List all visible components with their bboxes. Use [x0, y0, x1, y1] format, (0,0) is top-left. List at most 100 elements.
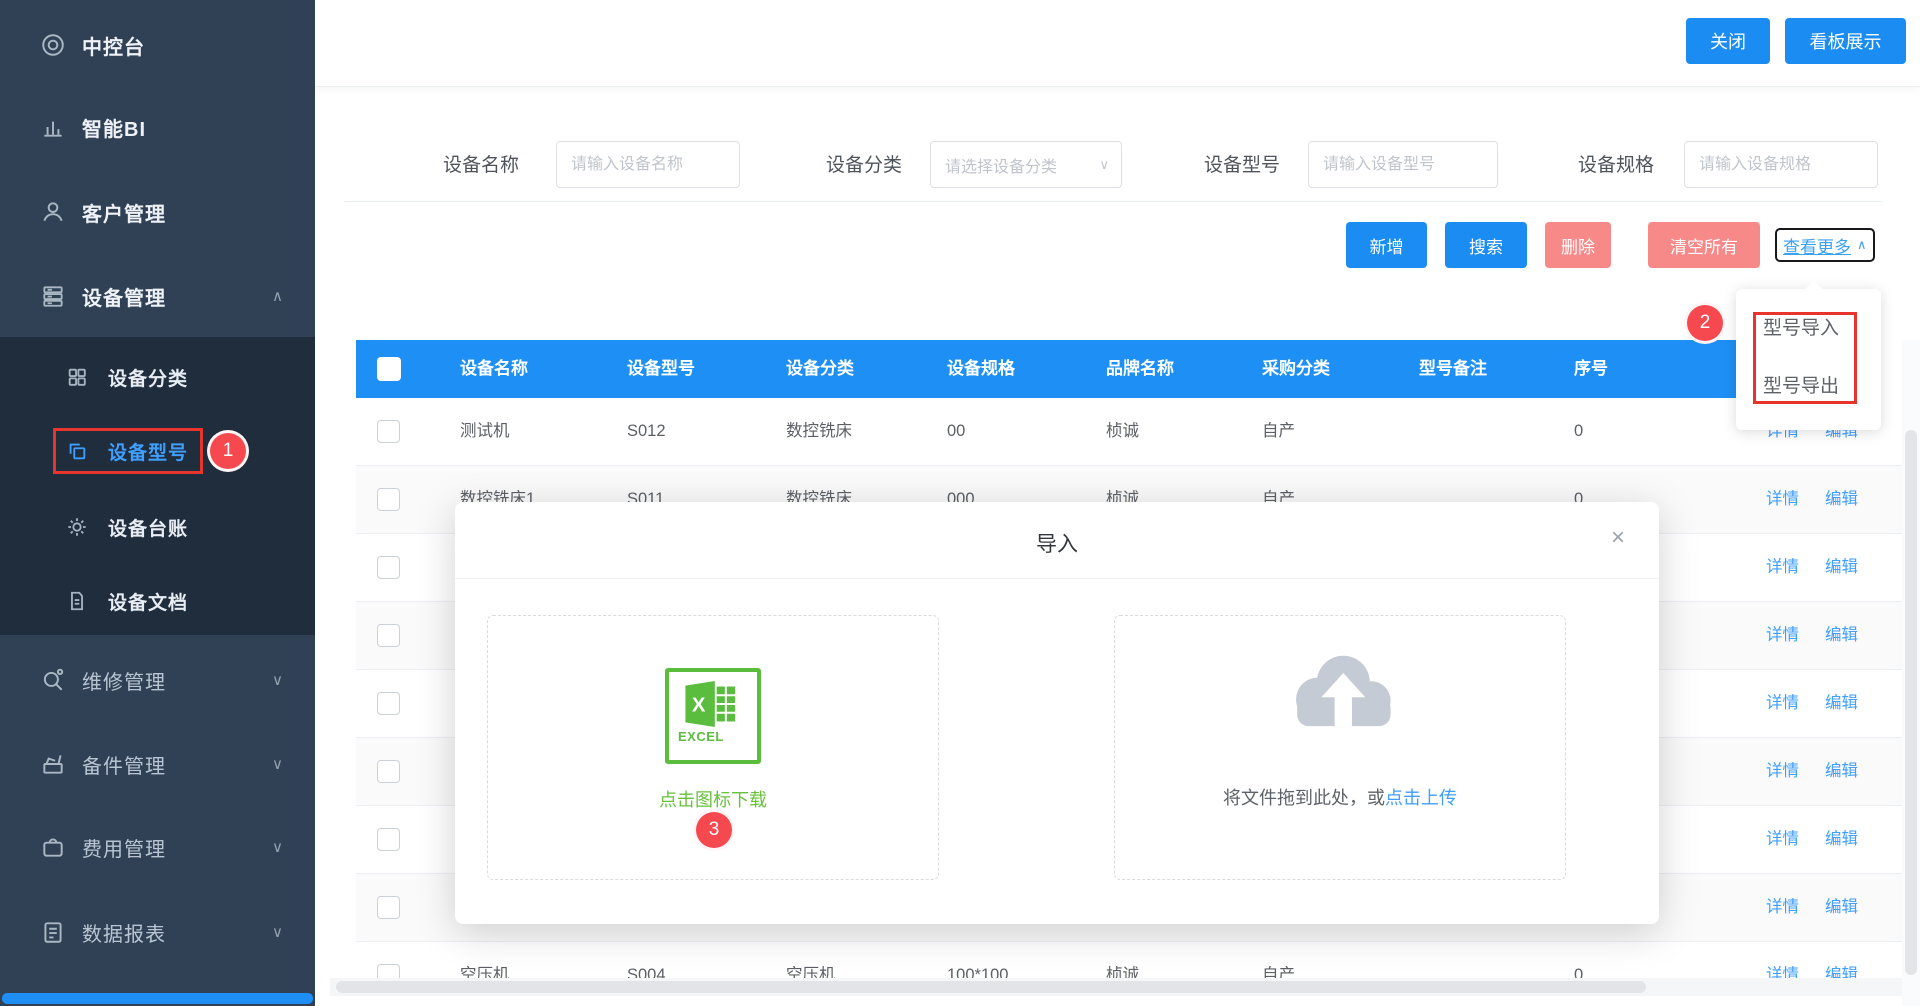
sidebar-item-label: 维修管理	[82, 666, 166, 695]
edit-link[interactable]: 编辑	[1825, 738, 1858, 805]
filter-divider	[344, 201, 1882, 202]
vertical-scrollbar[interactable]	[1902, 340, 1920, 1006]
annotation-badge-2: 2	[1684, 302, 1726, 344]
topbar	[315, 0, 1920, 87]
sidebar-item-label: 设备型号	[108, 438, 188, 465]
chevron-down-icon: ∨	[1099, 157, 1109, 173]
table-row-actions: 详情编辑	[1745, 602, 1902, 670]
detail-link[interactable]: 详情	[1766, 738, 1799, 805]
sidebar-item-spare-parts[interactable]: 备件管理 ∨	[0, 736, 315, 792]
svg-text:X: X	[692, 694, 706, 716]
vertical-scrollbar-thumb[interactable]	[1905, 430, 1917, 975]
upload-dropzone[interactable]: 将文件拖到此处，或点击上传	[1114, 615, 1566, 880]
excel-label: EXCEL	[678, 729, 724, 744]
sidebar-item-device-ledger[interactable]: 设备台账	[0, 501, 315, 553]
click-upload-link[interactable]: 点击上传	[1385, 788, 1457, 808]
close-icon[interactable]: ×	[1611, 526, 1625, 550]
table-row-actions: 详情编辑	[1745, 874, 1902, 942]
grid-icon	[66, 366, 88, 388]
sidebar-item-device-model[interactable]: 设备型号	[0, 425, 315, 477]
sidebar-item-bi[interactable]: 智能BI	[0, 99, 315, 155]
col-header-brand: 品牌名称	[1106, 340, 1174, 398]
add-button[interactable]: 新增	[1346, 222, 1427, 268]
board-display-button[interactable]: 看板展示	[1785, 18, 1906, 64]
menu-item-model-import[interactable]: 型号导入	[1736, 304, 1881, 354]
edit-link[interactable]: 编辑	[1825, 874, 1858, 941]
search-button[interactable]: 搜索	[1445, 222, 1527, 268]
cell-device-model: S012	[627, 398, 666, 465]
table-header: 设备名称 设备型号 设备分类 设备规格 品牌名称 采购分类 型号备注 序号	[356, 340, 1745, 398]
cell-purchase-category: 自产	[1262, 398, 1295, 465]
detail-link[interactable]: 详情	[1766, 806, 1799, 873]
customers-icon	[40, 199, 66, 225]
cell-device-name: 测试机	[460, 398, 510, 465]
detail-link[interactable]: 详情	[1766, 602, 1799, 669]
select-all-checkbox[interactable]	[377, 357, 401, 381]
row-checkbox[interactable]	[377, 420, 400, 443]
row-checkbox[interactable]	[377, 828, 400, 851]
row-checkbox[interactable]	[377, 760, 400, 783]
excel-logo-icon: X	[684, 681, 742, 727]
chevron-up-icon: ∧	[1857, 237, 1867, 253]
detail-link[interactable]: 详情	[1766, 942, 1799, 1006]
dialog-divider	[455, 578, 1659, 579]
horizontal-scrollbar-thumb[interactable]	[336, 981, 1646, 993]
cell-seq: 0	[1574, 942, 1583, 1006]
row-checkbox[interactable]	[377, 896, 400, 919]
device-spec-input[interactable]	[1684, 141, 1878, 188]
sidebar-item-device-docs[interactable]: 设备文档	[0, 575, 315, 627]
document-icon	[66, 590, 88, 612]
detail-link[interactable]: 详情	[1766, 466, 1799, 533]
excel-template-icon[interactable]: X EXCEL	[665, 668, 761, 764]
sidebar-item-device-category[interactable]: 设备分类	[0, 351, 315, 403]
detail-link[interactable]: 详情	[1766, 874, 1799, 941]
cell-device-category: 数控铣床	[786, 398, 852, 465]
row-checkbox[interactable]	[377, 692, 400, 715]
device-name-input[interactable]	[556, 141, 740, 188]
device-model-input[interactable]	[1308, 141, 1498, 188]
sidebar-item-label: 设备台账	[108, 514, 188, 541]
view-more-link[interactable]: 查看更多 ∧	[1775, 228, 1875, 262]
sidebar-item-repair[interactable]: 维修管理 ∨	[0, 652, 315, 708]
sidebar-item-devices[interactable]: 设备管理 ∧	[0, 268, 315, 324]
horizontal-scrollbar[interactable]	[330, 978, 1902, 996]
detail-link[interactable]: 详情	[1766, 534, 1799, 601]
gear-icon	[66, 516, 88, 538]
col-header-device-spec: 设备规格	[947, 340, 1015, 398]
edit-link[interactable]: 编辑	[1825, 942, 1858, 1006]
detail-link[interactable]: 详情	[1766, 670, 1799, 737]
row-checkbox[interactable]	[377, 624, 400, 647]
delete-button[interactable]: 删除	[1545, 222, 1611, 268]
row-checkbox[interactable]	[377, 488, 400, 511]
sidebar-item-console[interactable]: 中控台	[0, 17, 315, 73]
view-more-dropdown: 型号导入 型号导出	[1736, 289, 1881, 430]
edit-link[interactable]: 编辑	[1825, 806, 1858, 873]
sidebar-item-label: 中控台	[82, 31, 145, 60]
cell-device-model: S004	[627, 942, 666, 1006]
col-header-device-model: 设备型号	[627, 340, 695, 398]
table-row-actions: 详情编辑	[1745, 738, 1902, 806]
row-checkbox[interactable]	[377, 556, 400, 579]
edit-link[interactable]: 编辑	[1825, 466, 1858, 533]
annotation-badge-3: 3	[693, 809, 735, 851]
sidebar-item-label: 备件管理	[82, 750, 166, 779]
sidebar-item-expense[interactable]: 费用管理 ∨	[0, 819, 315, 875]
view-more-label: 查看更多	[1783, 233, 1851, 258]
spare-parts-icon	[40, 751, 66, 777]
sidebar-item-reports[interactable]: 数据报表 ∨	[0, 904, 315, 960]
cell-device-spec: 00	[947, 398, 965, 465]
sidebar-item-customers[interactable]: 客户管理	[0, 184, 315, 240]
col-header-model-remark: 型号备注	[1419, 340, 1487, 398]
cloud-upload-icon	[1281, 644, 1401, 732]
edit-link[interactable]: 编辑	[1825, 534, 1858, 601]
menu-item-model-export[interactable]: 型号导出	[1736, 362, 1881, 412]
close-button[interactable]: 关闭	[1686, 18, 1770, 64]
edit-link[interactable]: 编辑	[1825, 602, 1858, 669]
edit-link[interactable]: 编辑	[1825, 670, 1858, 737]
clear-all-button[interactable]: 清空所有	[1648, 222, 1760, 268]
table-row-actions: 详情编辑	[1745, 670, 1902, 738]
device-category-select[interactable]: 请选择设备分类 ∨	[930, 141, 1122, 188]
filter-label-device-category: 设备分类	[826, 150, 902, 180]
sidebar-horizontal-scrollbar[interactable]	[2, 993, 313, 1004]
bi-chart-icon	[40, 114, 66, 140]
